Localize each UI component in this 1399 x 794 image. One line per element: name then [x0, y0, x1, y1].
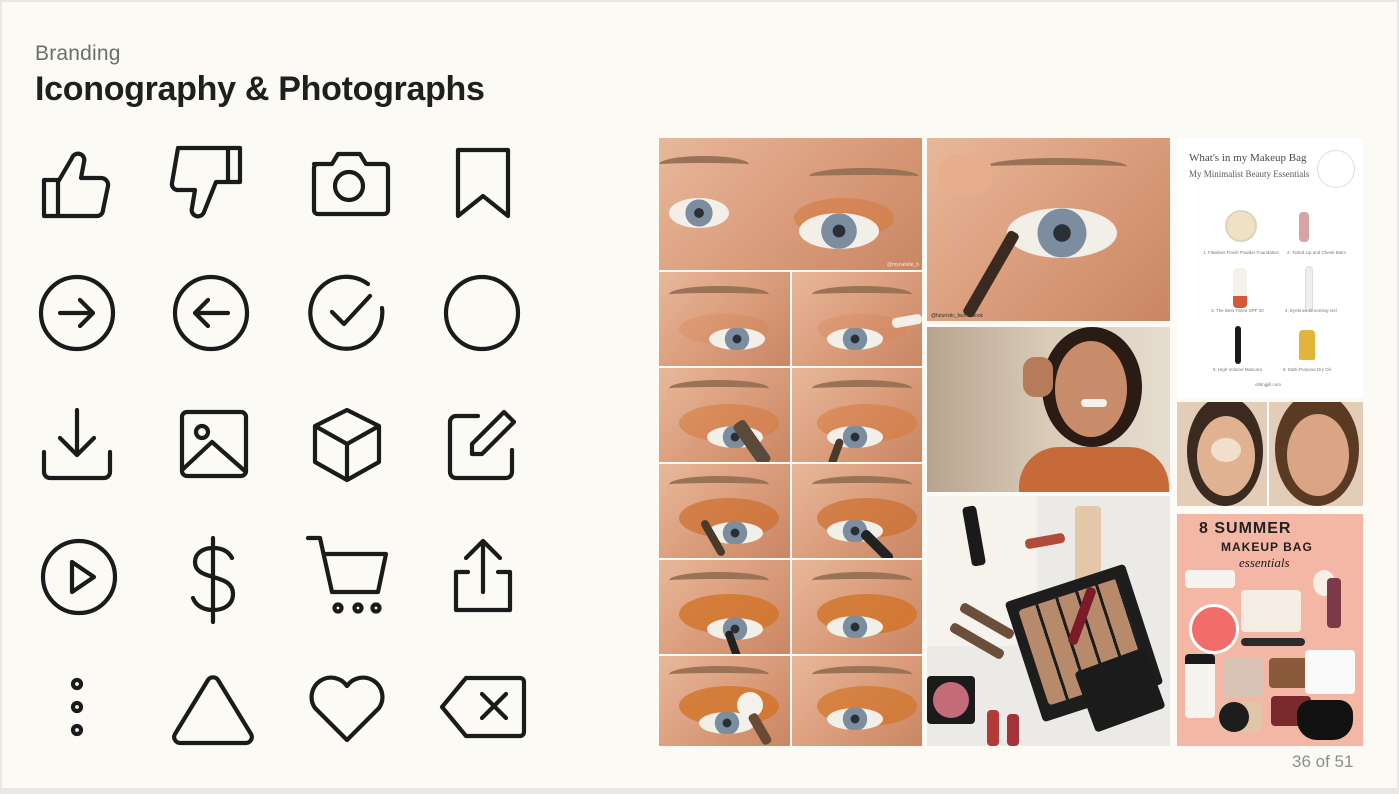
- page-indicator: 36 of 51: [1292, 752, 1354, 771]
- upload-share-icon: [438, 532, 528, 622]
- image-icon: [168, 400, 258, 490]
- backspace-delete-icon: [438, 662, 528, 752]
- thumbs-down-icon: [164, 138, 254, 228]
- package-box-icon: [302, 400, 392, 490]
- infographic-caption-3: 3. The Best Tinted SPF 30: [1211, 308, 1264, 313]
- play-circle-icon: [34, 532, 124, 622]
- edit-pencil-icon: [438, 400, 528, 490]
- poster-line-1: 8 SUMMER: [1199, 520, 1292, 537]
- photo-eyeliner-brush: @futuristic_facedotlook: [927, 138, 1170, 321]
- photo-eye-closeup: @mynatalie_b: [659, 138, 922, 270]
- triangle-icon: [168, 664, 258, 754]
- photo-summer-makeup-poster: 8 SUMMER MAKEUP BAG essentials: [1177, 514, 1363, 746]
- check-circle-icon: [302, 268, 392, 358]
- photo-makeup-flatlay: [927, 496, 1170, 746]
- shopping-cart-icon: [302, 530, 392, 620]
- thumbs-up-icon: [32, 138, 122, 228]
- page-title: Iconography & Photographs: [35, 70, 485, 108]
- camera-icon: [304, 138, 394, 228]
- download-icon: [32, 400, 122, 490]
- infographic-caption-6: 6. Multi-Purpose Dry Oil: [1283, 367, 1331, 372]
- infographic-title: What's in my Makeup Bag: [1189, 152, 1307, 164]
- circle-icon: [436, 268, 526, 358]
- infographic-caption-1: 1. Flawless Finish Powder Foundation: [1203, 250, 1280, 255]
- photo-woman-applying-makeup: [927, 327, 1170, 492]
- bookmark-icon: [438, 138, 528, 228]
- dollar-sign-icon: [168, 534, 258, 624]
- infographic-footer: ohtingjill.com: [1255, 382, 1282, 387]
- section-label: Branding: [35, 42, 121, 65]
- poster-line-2: MAKEUP BAG: [1221, 540, 1313, 554]
- slide: Branding Iconography & Photographs @myna…: [2, 2, 1397, 788]
- poster-line-3: essentials: [1239, 555, 1290, 570]
- infographic-subtitle: My Minimalist Beauty Essentials: [1189, 169, 1310, 179]
- infographic-caption-4: 4. Eyebrow Grooming Gel: [1285, 308, 1337, 313]
- infographic-caption-2: 2. Tinted Lip and Cheek Balm: [1287, 250, 1347, 255]
- more-vertical-icon: [32, 664, 122, 754]
- photo-makeup-bag-infographic: What's in my Makeup Bag My Minimalist Be…: [1177, 138, 1363, 398]
- heart-icon: [302, 662, 392, 752]
- arrow-left-circle-icon: [166, 268, 256, 358]
- photo-contour-faces: [1177, 402, 1363, 506]
- arrow-right-circle-icon: [32, 268, 122, 358]
- infographic-caption-5: 5. High Volume Mascara: [1213, 367, 1263, 372]
